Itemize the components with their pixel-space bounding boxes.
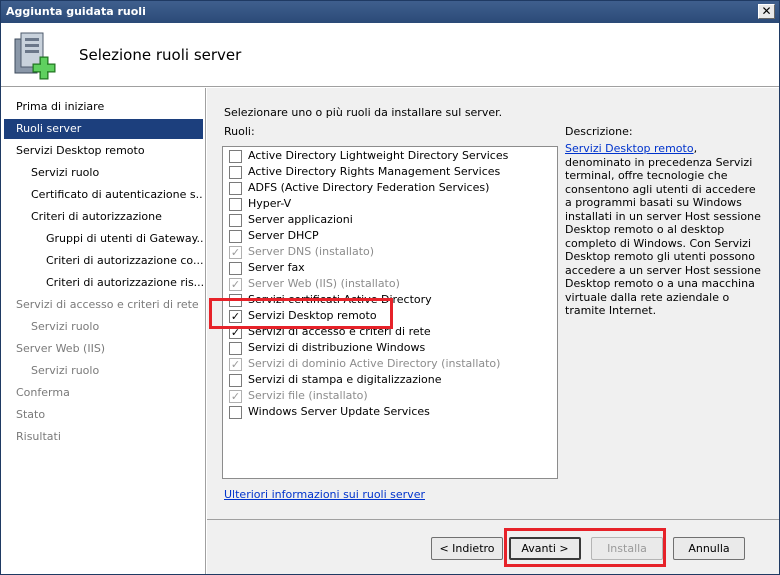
wizard-content: Selezionare uno o più ruoli da installar…	[207, 88, 779, 519]
role-label: Servizi file (installato)	[248, 389, 368, 402]
role-checkbox[interactable]	[229, 198, 242, 211]
role-label: Server fax	[248, 261, 305, 274]
role-adfs[interactable]: ADFS (Active Directory Federation Servic…	[227, 180, 553, 196]
title-bar[interactable]: Aggiunta guidata ruoli ✕	[1, 1, 779, 23]
role-server-web-iis: ✓ Server Web (IIS) (installato)	[227, 276, 553, 292]
step-certificato-autenticazione[interactable]: Certificato di autenticazione s...	[4, 185, 203, 205]
step-criteri-autorizzazione-connessioni[interactable]: Criteri di autorizzazione co...	[4, 251, 203, 271]
role-hyper-v[interactable]: Hyper-V	[227, 196, 553, 212]
next-button-highlight-box	[504, 528, 666, 567]
role-checkbox[interactable]	[229, 406, 242, 419]
role-label: Servizi di dominio Active Directory (ins…	[248, 357, 501, 370]
role-wsus[interactable]: Windows Server Update Services	[227, 404, 553, 420]
role-server-dns: ✓ Server DNS (installato)	[227, 244, 553, 260]
step-risultati: Risultati	[16, 430, 61, 443]
role-description: Servizi Desktop remoto, denominato in pr…	[565, 142, 765, 318]
close-button[interactable]: ✕	[758, 4, 775, 19]
role-label: Active Directory Lightweight Directory S…	[248, 149, 509, 162]
role-servizi-distribuzione-windows[interactable]: Servizi di distribuzione Windows	[227, 340, 553, 356]
step-servizi-ruolo-iis: Servizi ruolo	[31, 364, 100, 377]
cancel-button[interactable]: Annulla	[673, 537, 745, 560]
step-gruppi-utenti-gateway[interactable]: Gruppi di utenti di Gateway...	[4, 229, 203, 249]
wizard-window: Aggiunta guidata ruoli ✕ Selezione ruoli…	[0, 0, 780, 575]
wizard-footer: < Indietro Avanti > Installa Annulla	[207, 519, 779, 574]
role-checkbox[interactable]	[229, 182, 242, 195]
close-icon: ✕	[761, 4, 772, 18]
role-label: Servizi di stampa e digitalizzazione	[248, 373, 442, 386]
role-checkbox-checked: ✓	[229, 278, 242, 291]
role-checkbox[interactable]	[229, 230, 242, 243]
description-body: , denominato in precedenza Servizi termi…	[565, 142, 761, 317]
role-servizi-file: ✓ Servizi file (installato)	[227, 388, 553, 404]
role-checkbox[interactable]	[229, 262, 242, 275]
role-label: ADFS (Active Directory Federation Servic…	[248, 181, 490, 194]
role-checkbox[interactable]	[229, 150, 242, 163]
step-ruoli-server[interactable]: Ruoli server	[4, 119, 203, 139]
role-checkbox-checked: ✓	[229, 246, 242, 259]
page-title: Selezione ruoli server	[79, 46, 242, 64]
role-label: Windows Server Update Services	[248, 405, 430, 418]
role-servizi-dominio-ad: ✓ Servizi di dominio Active Directory (i…	[227, 356, 553, 372]
role-checkbox[interactable]	[229, 374, 242, 387]
role-ad-lds[interactable]: Active Directory Lightweight Directory S…	[227, 148, 553, 164]
role-label: Server applicazioni	[248, 213, 353, 226]
roles-label: Ruoli:	[224, 125, 255, 138]
back-button[interactable]: < Indietro	[431, 537, 503, 560]
step-servizi-ruolo[interactable]: Servizi ruolo	[4, 163, 203, 183]
step-servizi-ruolo-nps: Servizi ruolo	[31, 320, 100, 333]
role-ad-rms[interactable]: Active Directory Rights Management Servi…	[227, 164, 553, 180]
role-checkbox-checked: ✓	[229, 358, 242, 371]
step-criteri-autorizzazione-risorse[interactable]: Criteri di autorizzazione ris...	[4, 273, 203, 293]
role-checkbox-checked: ✓	[229, 390, 242, 403]
role-label: Server Web (IIS) (installato)	[248, 277, 400, 290]
server-add-icon	[14, 32, 56, 80]
step-criteri-autorizzazione[interactable]: Criteri di autorizzazione	[4, 207, 203, 227]
role-checkbox[interactable]	[229, 342, 242, 355]
intro-text: Selezionare uno o più ruoli da installar…	[224, 106, 503, 119]
step-conferma: Conferma	[16, 386, 70, 399]
description-link[interactable]: Servizi Desktop remoto	[565, 142, 694, 155]
description-label: Descrizione:	[565, 125, 633, 138]
step-servizi-desktop-remoto[interactable]: Servizi Desktop remoto	[4, 141, 203, 161]
role-label: Servizi di distribuzione Windows	[248, 341, 426, 354]
wizard-steps-sidebar: Prima di iniziare Ruoli server Servizi D…	[1, 88, 206, 574]
role-checkbox[interactable]	[229, 214, 242, 227]
more-info-link[interactable]: Ulteriori informazioni sui ruoli server	[224, 488, 425, 501]
role-server-dhcp[interactable]: Server DHCP	[227, 228, 553, 244]
window-title: Aggiunta guidata ruoli	[6, 5, 146, 18]
step-stato: Stato	[16, 408, 46, 421]
role-label: Server DNS (installato)	[248, 245, 375, 258]
selection-highlight-box	[209, 298, 393, 329]
wizard-header: Selezione ruoli server	[1, 23, 779, 87]
role-label: Active Directory Rights Management Servi…	[248, 165, 501, 178]
step-prima-di-iniziare[interactable]: Prima di iniziare	[4, 97, 203, 117]
role-label: Server DHCP	[248, 229, 319, 242]
role-servizi-stampa[interactable]: Servizi di stampa e digitalizzazione	[227, 372, 553, 388]
step-server-web-iis: Server Web (IIS)	[16, 342, 106, 355]
role-server-fax[interactable]: Server fax	[227, 260, 553, 276]
role-label: Hyper-V	[248, 197, 292, 210]
step-servizi-accesso-criteri-rete: Servizi di accesso e criteri di rete	[16, 298, 199, 311]
role-checkbox[interactable]	[229, 166, 242, 179]
role-server-applicazioni[interactable]: Server applicazioni	[227, 212, 553, 228]
